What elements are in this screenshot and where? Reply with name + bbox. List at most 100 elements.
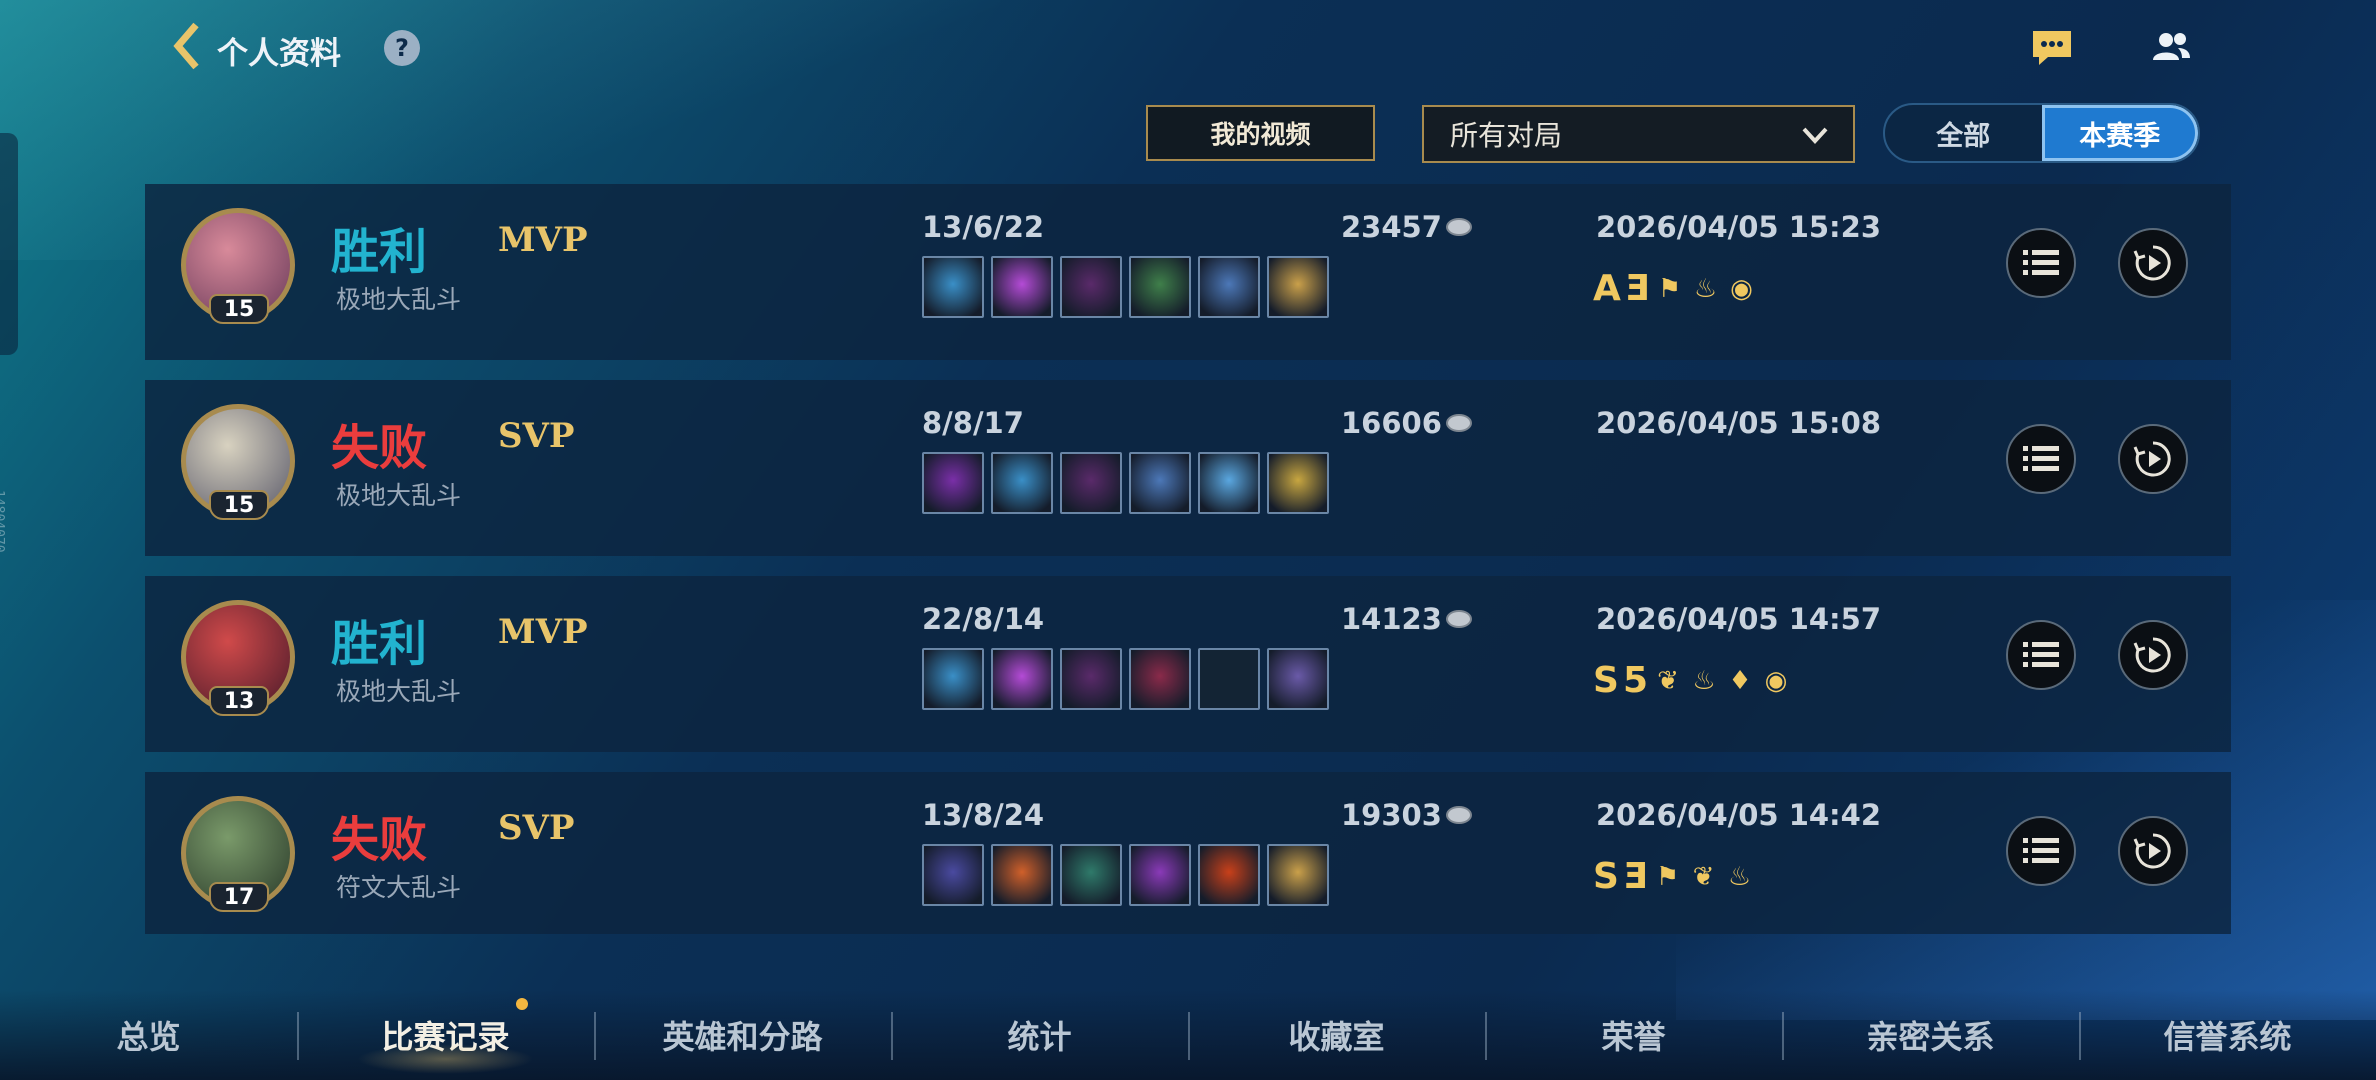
coin-icon	[1445, 610, 1472, 628]
grade-letter: A	[1593, 268, 1621, 309]
replay-button[interactable]	[2118, 228, 2188, 298]
grade-letter: Ǝ	[1622, 856, 1648, 897]
item-slot[interactable]	[991, 844, 1053, 906]
item-slot[interactable]	[1267, 452, 1329, 514]
champion-level: 13	[209, 686, 269, 716]
flame-icon: ♨	[1727, 861, 1752, 892]
match-date: 2026/04/05 15:08	[1596, 406, 1882, 440]
grade-icons: S Ǝ ⚑ ❦ ♨	[1593, 856, 1756, 897]
list-icon	[2023, 250, 2059, 275]
item-slot[interactable]	[1198, 452, 1260, 514]
item-slot[interactable]	[1060, 452, 1122, 514]
item-slot[interactable]	[1060, 256, 1122, 318]
item-slot[interactable]	[1198, 256, 1260, 318]
item-slots	[922, 844, 1329, 906]
list-icon	[2023, 642, 2059, 667]
list-icon	[2023, 446, 2059, 471]
match-date: 2026/04/05 15:23	[1596, 210, 1882, 244]
item-slot[interactable]	[1267, 844, 1329, 906]
side-drawer-handle[interactable]	[0, 133, 18, 355]
seg-all[interactable]: 全部	[1885, 105, 2042, 161]
leaf-flame-icon: ❦	[1692, 861, 1715, 892]
match-mode-value: 所有对局	[1450, 119, 1563, 152]
back-button[interactable]	[168, 20, 206, 72]
match-row[interactable]: 17 失败 符文大乱斗 SVP 13/8/24 19303 2026/04/05 14:42…	[145, 772, 2231, 934]
grade-letter: S	[1593, 856, 1619, 897]
champion-level: 15	[209, 294, 269, 324]
my-videos-button[interactable]: 我的视频	[1146, 105, 1375, 161]
notification-dot	[516, 998, 528, 1010]
item-slot[interactable]	[991, 452, 1053, 514]
match-mode-select[interactable]: 所有对局	[1422, 105, 1855, 163]
grade-icons: S 5 ❦ ♨ ♦ ◉	[1593, 660, 1792, 701]
gold-value: 14123	[1341, 602, 1442, 636]
coin-icon	[1445, 806, 1472, 824]
gold-earned: 16606	[1341, 406, 1472, 440]
replay-button[interactable]	[2118, 424, 2188, 494]
nav-tab[interactable]: 荣誉	[1485, 990, 1782, 1080]
seg-this-season[interactable]: 本赛季	[2041, 105, 2198, 161]
match-details-button[interactable]	[2006, 228, 2076, 298]
match-details-button[interactable]	[2006, 816, 2076, 886]
item-slot[interactable]	[1129, 844, 1191, 906]
performance-badge: SVP	[498, 416, 575, 456]
nav-tab[interactable]: 英雄和分路	[594, 990, 891, 1080]
item-slot[interactable]	[922, 256, 984, 318]
grade-letter: Ǝ	[1624, 268, 1650, 309]
replay-icon	[2133, 637, 2171, 673]
item-slot[interactable]	[1267, 648, 1329, 710]
friends-button[interactable]	[2148, 28, 2194, 68]
replay-button[interactable]	[2118, 816, 2188, 886]
item-slot[interactable]	[1060, 844, 1122, 906]
match-result: 胜利	[331, 224, 428, 280]
kda-score: 8/8/17	[922, 406, 1024, 440]
grade-letter: 5	[1622, 660, 1648, 701]
match-row[interactable]: 15 胜利 极地大乱斗 MVP 13/6/22 23457 2026/04/05 15:23…	[145, 184, 2231, 360]
nav-tab[interactable]: 总览	[0, 990, 297, 1080]
match-details-button[interactable]	[2006, 620, 2076, 690]
replay-button[interactable]	[2118, 620, 2188, 690]
item-slots	[922, 648, 1329, 710]
item-slot[interactable]	[922, 844, 984, 906]
season-toggle[interactable]: 全部 本赛季	[1883, 103, 2200, 163]
item-slot[interactable]	[1129, 256, 1191, 318]
match-list[interactable]: 15 胜利 极地大乱斗 MVP 13/6/22 23457 2026/04/05 15:23…	[145, 184, 2231, 934]
item-slot[interactable]	[991, 648, 1053, 710]
item-slot[interactable]	[922, 452, 984, 514]
match-date: 2026/04/05 14:42	[1596, 798, 1882, 832]
game-mode: 极地大乱斗	[336, 677, 462, 706]
coins-icon: ◉	[1764, 665, 1788, 696]
grade-letter: S	[1593, 660, 1619, 701]
item-slot[interactable]	[991, 256, 1053, 318]
match-row[interactable]: 15 失败 极地大乱斗 SVP 8/8/17 16606 2026/04/05 15:08	[145, 380, 2231, 556]
gold-earned: 14123	[1341, 602, 1472, 636]
bottom-nav: 总览 比赛记录 英雄和分路 统计 收藏室 荣誉 亲密关系 信誉系统	[0, 990, 2376, 1080]
match-details-button[interactable]	[2006, 424, 2076, 494]
gold-value: 23457	[1341, 210, 1442, 244]
nav-tab[interactable]: 统计	[891, 990, 1188, 1080]
item-slot[interactable]	[1198, 844, 1260, 906]
help-button[interactable]: ?	[384, 30, 420, 66]
item-slot[interactable]	[1060, 648, 1122, 710]
nav-tab[interactable]: 收藏室	[1188, 990, 1485, 1080]
nav-tab[interactable]: 比赛记录	[297, 990, 594, 1080]
performance-badge: SVP	[498, 808, 575, 848]
item-slot[interactable]	[922, 648, 984, 710]
grade-icons: A Ǝ ⚑ ♨ ◉	[1593, 268, 1757, 309]
item-slot[interactable]	[1198, 648, 1260, 710]
nav-tab[interactable]: 信誉系统	[2079, 990, 2376, 1080]
chat-button[interactable]	[2030, 28, 2074, 68]
nav-tab[interactable]: 亲密关系	[1782, 990, 2079, 1080]
item-slot[interactable]	[1267, 256, 1329, 318]
flag-icon: ⚑	[1655, 861, 1680, 892]
match-result: 失败	[331, 420, 428, 476]
item-slots	[922, 452, 1329, 514]
chevron-down-icon	[1802, 127, 1828, 144]
list-icon	[2023, 838, 2059, 863]
match-row[interactable]: 13 胜利 极地大乱斗 MVP 22/8/14 14123 2026/04/05 14:57…	[145, 576, 2231, 752]
page-title: 个人资料	[217, 36, 341, 72]
match-result: 胜利	[331, 616, 428, 672]
leaf-flame-icon: ❦	[1657, 665, 1679, 696]
item-slot[interactable]	[1129, 452, 1191, 514]
item-slot[interactable]	[1129, 648, 1191, 710]
